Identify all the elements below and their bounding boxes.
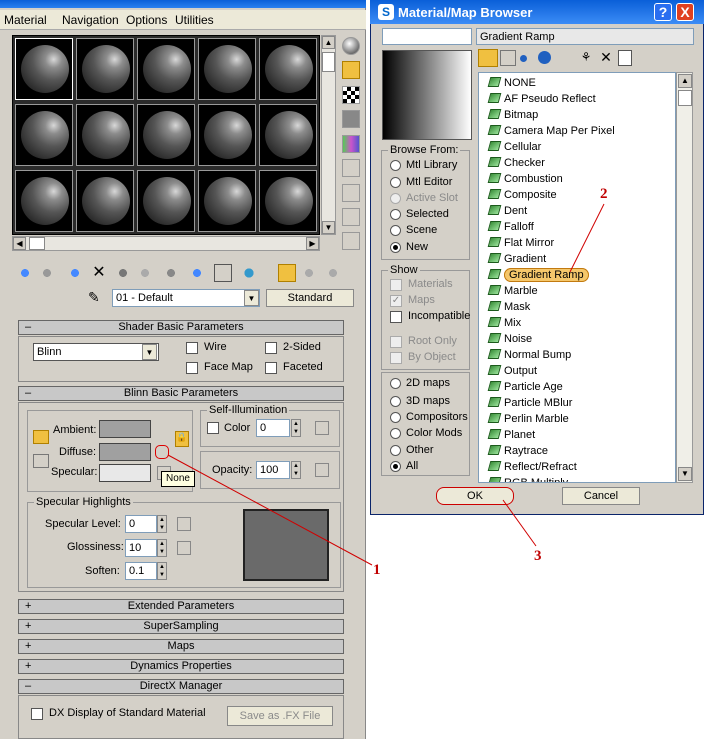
annotation-3: 3: [534, 548, 542, 564]
annotation-lines: [167, 203, 605, 566]
annotation-1: 1: [373, 562, 381, 578]
annotation-line-3: [502, 499, 537, 547]
annotation-2: 2: [600, 186, 608, 202]
annotation-line-2: [569, 203, 605, 273]
annotation-line-1: [167, 454, 373, 566]
